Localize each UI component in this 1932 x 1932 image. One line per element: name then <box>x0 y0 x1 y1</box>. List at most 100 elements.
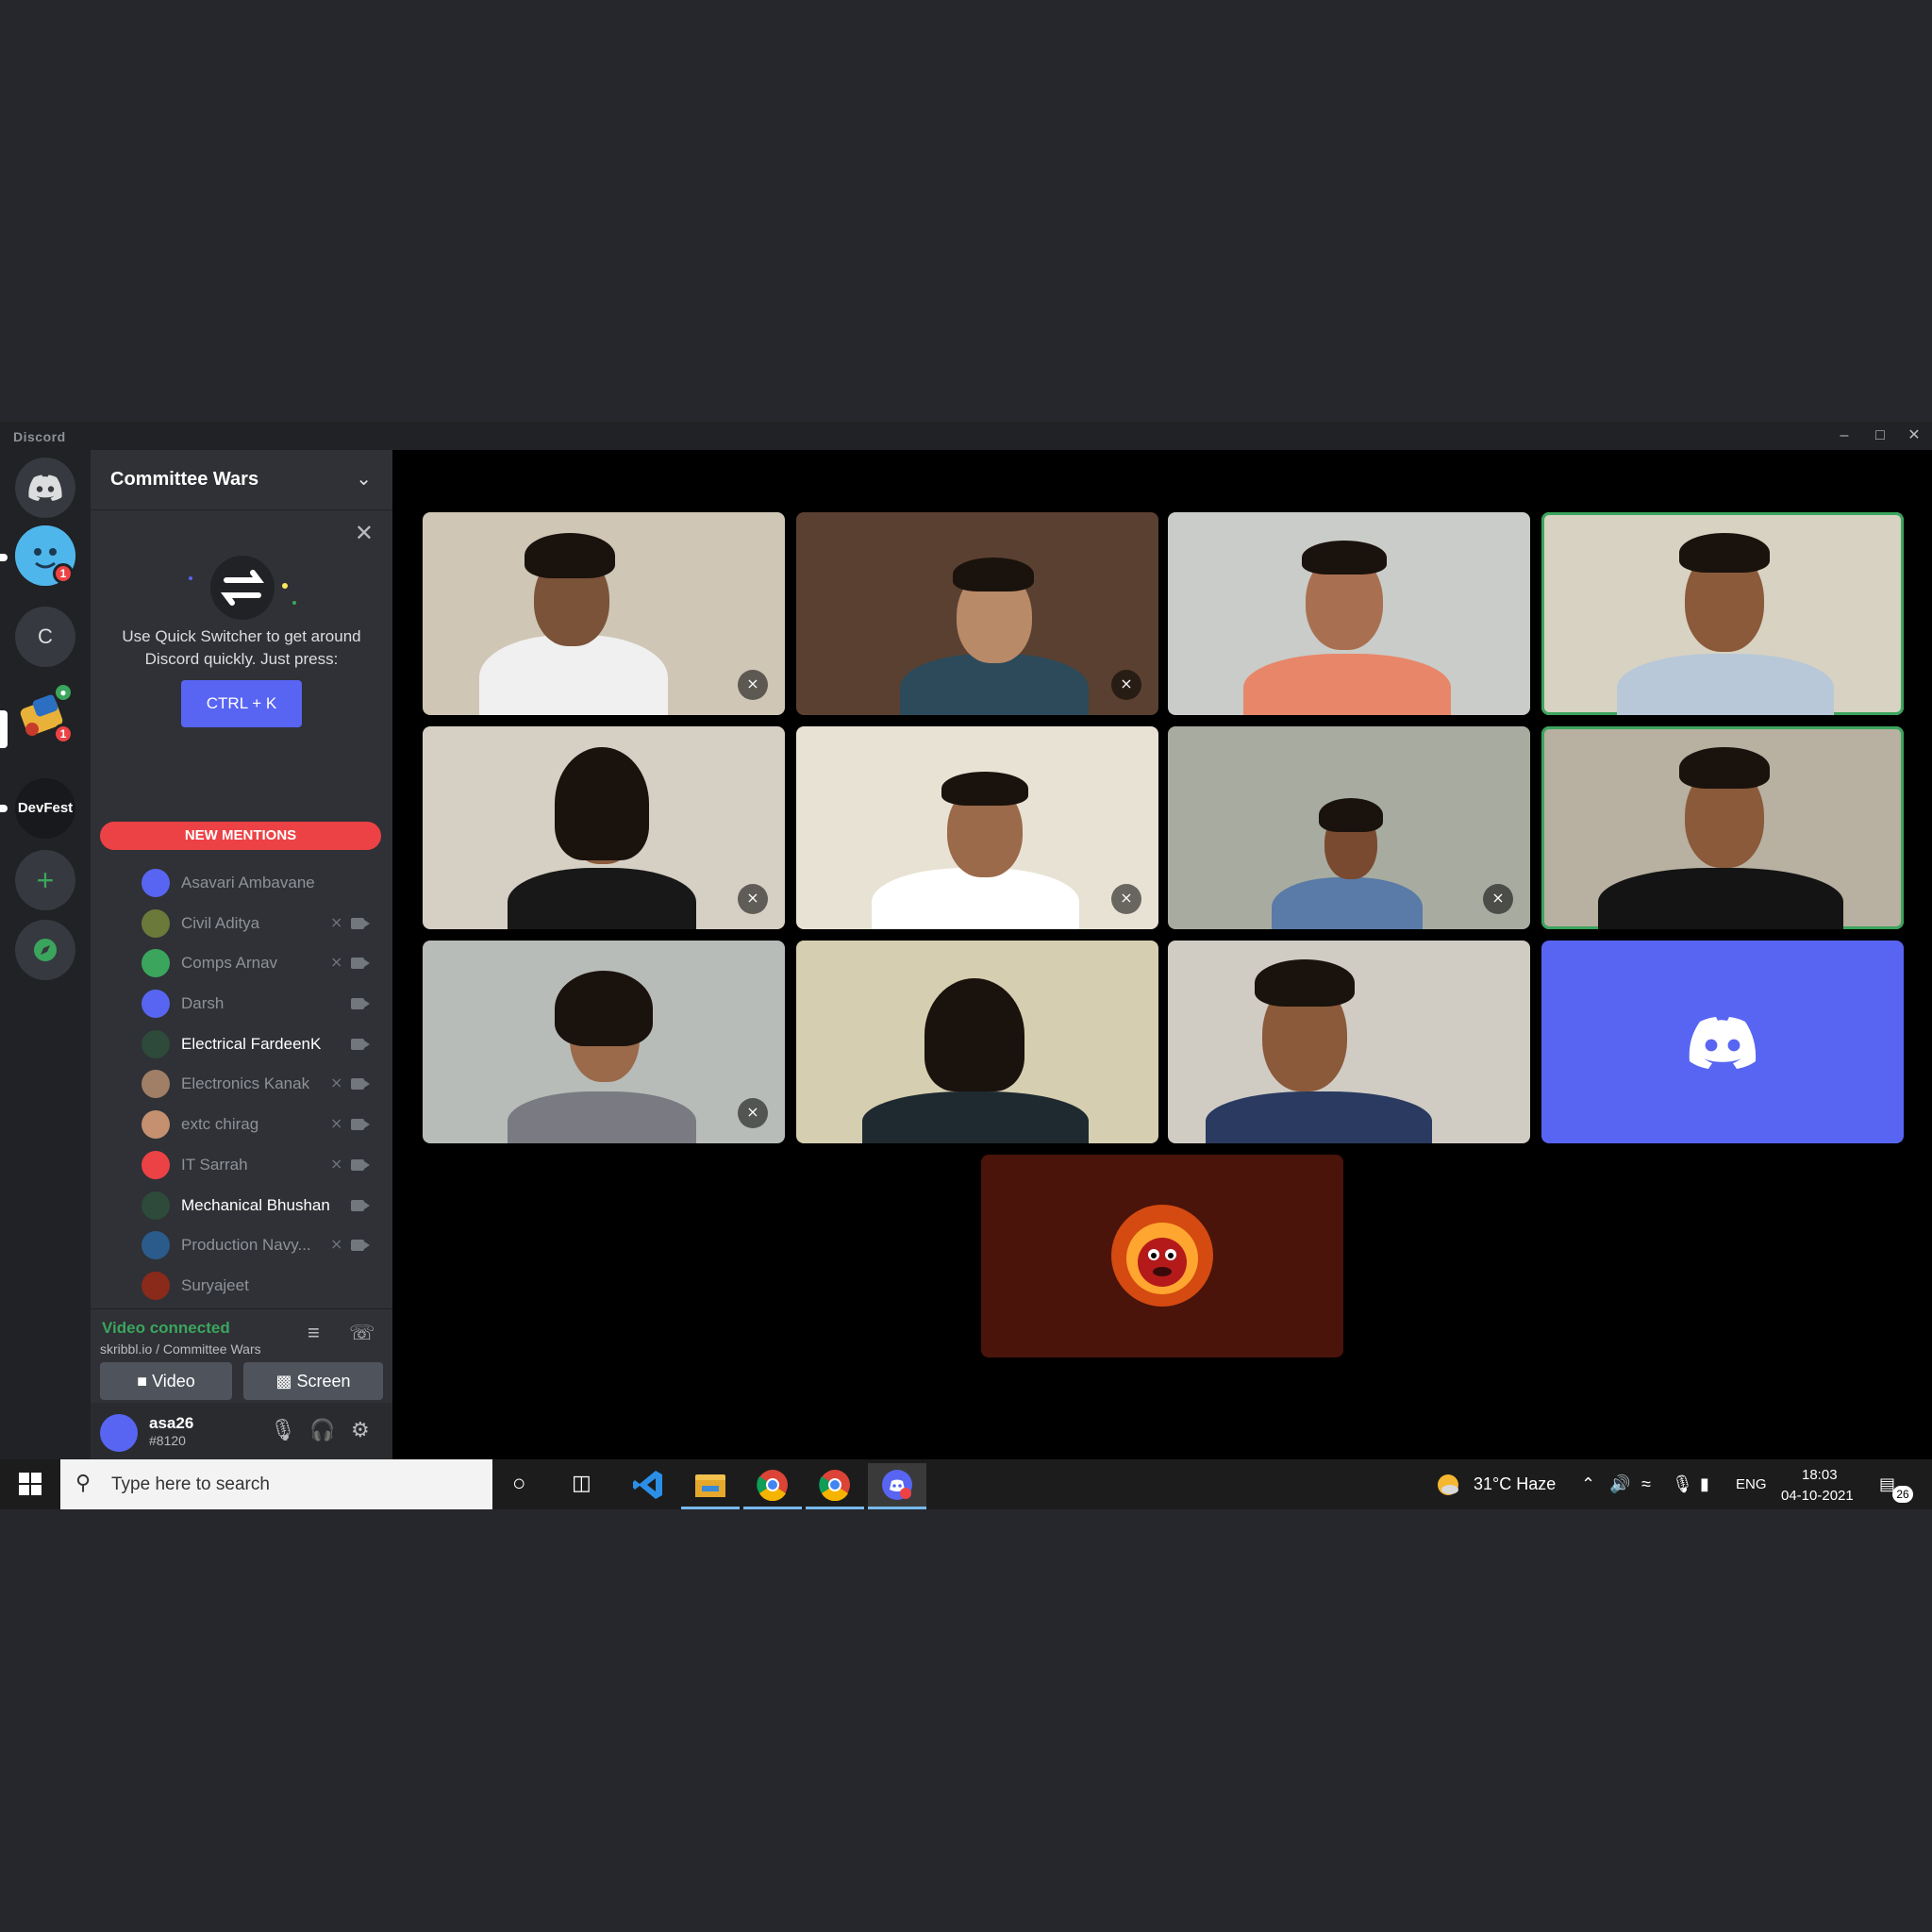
avatar[interactable] <box>142 908 170 938</box>
avatar[interactable] <box>142 1271 170 1300</box>
noise-suppression-icon[interactable]: ≡ <box>308 1321 320 1345</box>
video-tile[interactable] <box>1168 512 1530 715</box>
microphone-icon[interactable]: 🎙 <box>270 1418 296 1442</box>
voice-status[interactable]: Video connected <box>102 1319 230 1338</box>
avatar[interactable] <box>142 1150 170 1179</box>
quick-switcher-text: Use Quick Switcher to get around Discord… <box>122 627 361 668</box>
clock-date[interactable]: 04-10-2021 <box>1781 1488 1854 1504</box>
compass-icon <box>34 939 57 961</box>
avatar[interactable] <box>142 1029 170 1058</box>
chrome-icon <box>757 1470 788 1502</box>
voice-channel-path[interactable]: skribbl.io / Committee Wars <box>100 1341 261 1357</box>
headphones-icon[interactable]: 🎧 <box>309 1418 335 1442</box>
voice-member[interactable]: Electrical FardeenK <box>142 1023 392 1063</box>
minimize-icon[interactable]: – <box>1832 425 1857 446</box>
video-tile[interactable]: ⨯ <box>423 941 785 1143</box>
voice-member[interactable]: extc chirag ⨯ <box>142 1103 392 1143</box>
video-tile[interactable]: ⨯ <box>1168 726 1530 929</box>
taskbar: ⚲ Type here to search ○ ◫ 31°C Haze ⌃ 🔊 … <box>0 1459 1932 1509</box>
chrome-taskbar-button[interactable] <box>743 1463 802 1509</box>
user-panel: asa26 #8120 🎙 🎧 ⚙ <box>91 1403 392 1459</box>
voice-member[interactable]: Darsh <box>142 982 392 1023</box>
close-icon[interactable]: ✕ <box>355 520 374 547</box>
weather-sun-icon[interactable] <box>1436 1473 1460 1497</box>
task-view-icon[interactable]: ◫ <box>572 1471 591 1495</box>
camera-icon <box>351 1038 370 1050</box>
vscode-taskbar-button[interactable] <box>619 1463 677 1509</box>
selected-pill <box>0 710 8 748</box>
weather-text[interactable]: 31°C Haze <box>1474 1474 1556 1494</box>
video-tile-no-camera[interactable] <box>1541 941 1904 1143</box>
muted-icon: ⨯ <box>738 670 768 700</box>
video-tile[interactable]: ⨯ <box>796 726 1158 929</box>
avatar[interactable] <box>142 1191 170 1220</box>
voice-member[interactable]: Comps Arnav ⨯ <box>142 941 392 982</box>
new-mentions-pill[interactable]: NEW MENTIONS <box>100 822 381 850</box>
video-button[interactable]: ■ Video <box>100 1362 232 1400</box>
mention-badge: 1 <box>53 563 74 584</box>
clock-time[interactable]: 18:03 <box>1802 1467 1838 1483</box>
video-tile[interactable]: ⨯ <box>423 512 785 715</box>
video-tile-no-camera[interactable] <box>981 1155 1343 1357</box>
avatar[interactable] <box>142 869 170 897</box>
avatar[interactable] <box>100 1414 138 1452</box>
video-tile[interactable]: ⨯ <box>423 726 785 929</box>
guild-c[interactable]: C <box>15 607 75 667</box>
windows-start-icon[interactable] <box>19 1473 42 1495</box>
cortana-icon[interactable]: ○ <box>512 1471 526 1497</box>
video-tile[interactable] <box>1168 941 1530 1143</box>
guild-emoji-server[interactable]: 1 <box>15 525 75 586</box>
video-tile-speaking[interactable] <box>1541 726 1904 929</box>
member-name: Comps Arnav <box>181 954 278 973</box>
muted-icon: ⨯ <box>1483 884 1513 914</box>
language-indicator[interactable]: ENG <box>1736 1476 1767 1492</box>
taskbar-search[interactable]: ⚲ Type here to search <box>60 1459 492 1509</box>
discord-avatar-icon <box>1689 1017 1757 1069</box>
camera-icon <box>351 1158 370 1171</box>
muted-icon: ⨯ <box>1111 884 1141 914</box>
file-explorer-taskbar-button[interactable] <box>681 1463 740 1509</box>
gear-icon[interactable]: ⚙ <box>351 1418 370 1442</box>
guild-devfest[interactable]: DevFest <box>15 778 75 839</box>
wifi-icon[interactable]: ≈ <box>1641 1474 1651 1494</box>
live-video-badge: ● <box>53 682 74 703</box>
muted-icon: ⨯ <box>1111 670 1141 700</box>
voice-member[interactable]: Civil Aditya ⨯ <box>142 902 392 942</box>
volume-icon[interactable]: 🔊 <box>1609 1474 1630 1494</box>
home-button[interactable] <box>15 458 75 518</box>
add-server-button[interactable]: + <box>15 850 75 910</box>
screen-share-button[interactable]: ▩ Screen <box>243 1362 383 1400</box>
voice-member[interactable]: Asavari Ambavane <box>142 861 392 902</box>
video-tile-speaking[interactable] <box>1541 512 1904 715</box>
member-name: extc chirag <box>181 1115 259 1134</box>
avatar[interactable] <box>142 949 170 978</box>
voice-member[interactable]: IT Sarrah ⨯ <box>142 1143 392 1184</box>
chevron-up-icon[interactable]: ⌃ <box>1581 1474 1595 1494</box>
maximize-icon[interactable]: □ <box>1868 425 1892 446</box>
discord-icon <box>882 1470 912 1500</box>
disconnect-icon[interactable]: ☏ <box>349 1321 375 1345</box>
user-tag: #8120 <box>149 1433 186 1448</box>
voice-member[interactable]: Production Navy... ⨯ <box>142 1224 392 1264</box>
avatar[interactable] <box>142 1110 170 1140</box>
avatar[interactable] <box>142 990 170 1019</box>
video-tile[interactable]: ⨯ <box>796 512 1158 715</box>
explore-servers-button[interactable] <box>15 920 75 980</box>
chrome-profile-taskbar-button[interactable] <box>806 1463 864 1509</box>
voice-member[interactable]: Mechanical Bhushan <box>142 1184 392 1224</box>
muted-icon: ⨯ <box>330 955 343 972</box>
guild-committee-wars[interactable]: ● 1 <box>15 682 75 746</box>
microphone-tray-icon[interactable]: 🎙 <box>1672 1474 1693 1494</box>
camera-icon <box>351 958 370 970</box>
server-header[interactable]: Committee Wars ⌄ <box>91 450 392 510</box>
unread-pill <box>0 805 8 812</box>
video-tile[interactable] <box>796 941 1158 1143</box>
close-icon[interactable]: ✕ <box>1902 425 1926 446</box>
avatar[interactable] <box>142 1231 170 1260</box>
discord-taskbar-button[interactable] <box>868 1463 926 1509</box>
avatar[interactable] <box>142 1070 170 1099</box>
quick-switcher-shortcut[interactable]: CTRL + K <box>181 680 302 727</box>
battery-icon[interactable]: ▮ <box>1700 1474 1709 1494</box>
voice-member[interactable]: Suryajeet <box>142 1264 392 1305</box>
voice-member[interactable]: Electronics Kanak ⨯ <box>142 1062 392 1103</box>
